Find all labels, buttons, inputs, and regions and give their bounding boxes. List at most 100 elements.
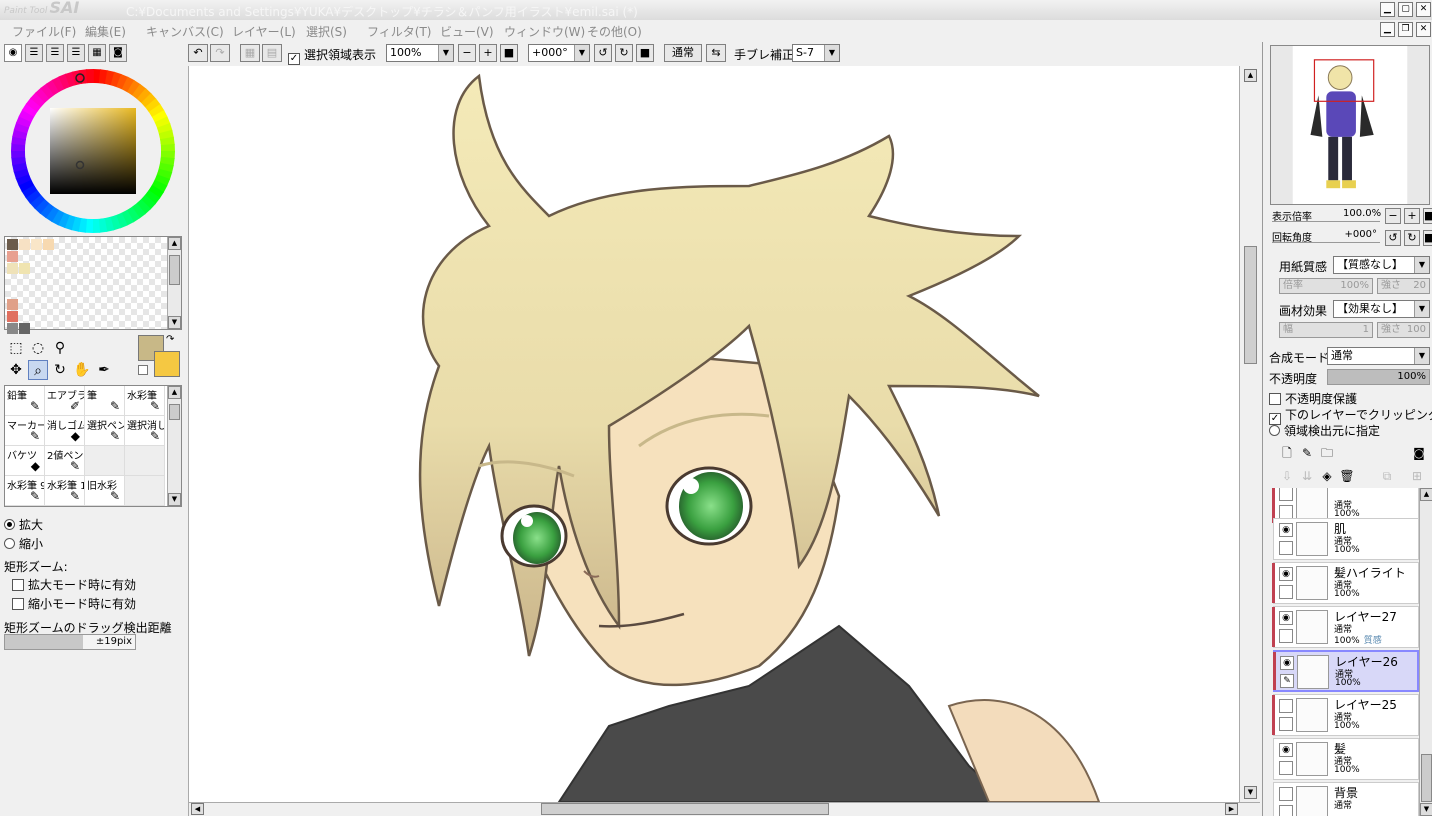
scroll-up-icon[interactable]: ▲	[1244, 69, 1257, 82]
menu-window[interactable]: ウィンドウ(W)	[504, 23, 585, 40]
zoom-out-button[interactable]: −	[458, 44, 476, 62]
tool-14[interactable]: 水彩筆 10版✎	[45, 476, 85, 506]
nav-rotate-right-button[interactable]: ↻	[1404, 230, 1420, 246]
horizontal-scroll-thumb[interactable]	[541, 803, 829, 815]
transparent-color-icon[interactable]	[138, 365, 148, 375]
lock-icon[interactable]: ✎	[1280, 674, 1294, 688]
close-button[interactable]: ✕	[1416, 2, 1431, 17]
hsv-slider-tab[interactable]: ☰	[46, 44, 64, 62]
nav-rotate-reset-button[interactable]: ■	[1423, 230, 1432, 246]
tool-12[interactable]	[125, 446, 165, 476]
tool-2[interactable]: エアブラシ✐	[45, 386, 85, 416]
scratchpad-tab[interactable]: ◙	[109, 44, 127, 62]
scroll-left-icon[interactable]: ◀	[191, 803, 204, 815]
rotate-tool-icon[interactable]: ↻	[50, 360, 70, 380]
doc-restore-button[interactable]: ❐	[1398, 22, 1413, 37]
blend-normal-button[interactable]: 通常	[664, 44, 702, 62]
transfer-down-icon[interactable]: ⇩	[1279, 468, 1295, 484]
effect-width-slider[interactable]: 幅1	[1279, 322, 1373, 338]
artwork-canvas[interactable]	[189, 66, 1239, 802]
layer-mask-icon[interactable]: ◙	[1411, 445, 1427, 461]
menu-canvas[interactable]: キャンバス(C)	[146, 23, 224, 40]
swatch[interactable]	[7, 251, 18, 262]
protect-opacity-checkbox[interactable]	[1269, 393, 1281, 405]
menu-file[interactable]: ファイル(F)	[12, 23, 76, 40]
selection-source-radio[interactable]	[1269, 425, 1280, 436]
scroll-up-icon[interactable]: ▲	[1420, 488, 1432, 501]
menu-view[interactable]: ビュー(V)	[440, 23, 494, 40]
canvas-vertical-scrollbar[interactable]: ▲ ▼	[1239, 66, 1260, 802]
zoom-in-radio[interactable]	[4, 519, 15, 530]
minimize-button[interactable]: ▁	[1380, 2, 1395, 17]
display-zoom-slider[interactable]	[1272, 221, 1380, 222]
scroll-down-icon[interactable]: ▼	[168, 316, 181, 329]
new-linework-layer-icon[interactable]: ✎	[1299, 445, 1315, 461]
eyedropper-icon[interactable]: ✒	[94, 360, 114, 380]
eye-icon[interactable]: ◉	[1279, 611, 1293, 625]
show-selection-toggle[interactable]: ✓ 選択領域表示	[288, 46, 376, 65]
eye-icon[interactable]	[1279, 787, 1293, 801]
lock-icon[interactable]	[1279, 505, 1293, 519]
hand-icon[interactable]: ✋	[72, 360, 92, 380]
merge-down-icon[interactable]: ⇊	[1299, 468, 1315, 484]
magic-wand-icon[interactable]: ⚲	[50, 338, 70, 358]
flip-button[interactable]: ⇆	[706, 44, 726, 62]
flatten-icon[interactable]: ⊞	[1409, 468, 1425, 484]
menu-other[interactable]: その他(O)	[587, 23, 642, 40]
nav-rotate-left-button[interactable]: ↺	[1385, 230, 1401, 246]
redo-button[interactable]: ↷	[210, 44, 230, 62]
color-wheel-tab[interactable]: ◉	[4, 44, 22, 62]
invert-selection-button[interactable]: ▤	[262, 44, 282, 62]
zoom-reset-button[interactable]: ■	[500, 44, 518, 62]
swatch[interactable]	[7, 323, 18, 334]
rect-select-icon[interactable]: ⬚	[6, 338, 26, 358]
layer-row[interactable]: ◉ ✎ レイヤー26 通常 100%	[1273, 650, 1419, 692]
zoom-in-option[interactable]: 拡大	[4, 516, 43, 533]
canvas-area[interactable]: ▲ ▼ ◀ ▶	[188, 66, 1260, 816]
swatch[interactable]	[19, 239, 30, 250]
scroll-down-icon[interactable]: ▼	[1244, 786, 1257, 799]
rotate-right-button[interactable]: ↻	[615, 44, 633, 62]
lock-icon[interactable]	[1279, 717, 1293, 731]
layer-row[interactable]: ◉ 肌通常 100%	[1273, 518, 1419, 560]
eye-icon[interactable]: ◉	[1279, 523, 1293, 537]
tool-8[interactable]: 選択消し ✎	[125, 416, 165, 446]
tool-10[interactable]: 2値ペン ✎	[45, 446, 85, 476]
swatch[interactable]	[31, 239, 42, 250]
tool-7[interactable]: 選択ペン ✎	[85, 416, 125, 446]
zoom-out-option[interactable]: 縮小	[4, 535, 43, 552]
paper-strength-slider[interactable]: 強さ 20	[1377, 278, 1430, 294]
zoom-out-radio[interactable]	[4, 538, 15, 549]
new-layer-icon[interactable]: 🗋	[1279, 445, 1295, 461]
maximize-button[interactable]: ▢	[1398, 2, 1413, 17]
swatch[interactable]	[7, 239, 18, 250]
scroll-right-icon[interactable]: ▶	[1225, 803, 1238, 815]
menu-filter[interactable]: フィルタ(T)	[367, 23, 431, 40]
doc-minimize-button[interactable]: ▁	[1380, 22, 1395, 37]
rect-zoom-out-checkbox[interactable]	[12, 598, 24, 610]
move-icon[interactable]: ✥	[6, 360, 26, 380]
rgb-slider-tab[interactable]: ☰	[25, 44, 43, 62]
doc-close-button[interactable]: ✕	[1416, 22, 1431, 37]
tool-5[interactable]: マーカー ✎	[5, 416, 45, 446]
paper-texture-select[interactable]: 【質感なし】 ▼	[1333, 256, 1430, 274]
merge-visible-icon[interactable]: ⧉	[1379, 468, 1395, 484]
swatch[interactable]	[7, 299, 18, 310]
effect-strength-slider[interactable]: 強さ 100	[1377, 322, 1430, 338]
swatch[interactable]	[19, 263, 30, 274]
nav-zoom-out-button[interactable]: −	[1385, 208, 1401, 224]
lock-icon[interactable]	[1279, 805, 1293, 816]
protect-opacity-option[interactable]: 不透明度保護	[1269, 390, 1357, 407]
undo-button[interactable]: ↶	[188, 44, 208, 62]
zoom-in-button[interactable]: +	[479, 44, 497, 62]
lock-icon[interactable]	[1279, 585, 1293, 599]
menu-layer[interactable]: レイヤー(L)	[232, 23, 296, 40]
clear-layer-icon[interactable]: ◈	[1319, 468, 1335, 484]
layer-row[interactable]: ◉ 髪ハイライト 通常 100%	[1272, 562, 1419, 604]
canvas-horizontal-scrollbar[interactable]: ◀ ▶	[189, 802, 1260, 816]
menu-select[interactable]: 選択(S)	[306, 23, 347, 40]
swatch-tab[interactable]: ▦	[88, 44, 106, 62]
rect-zoom-out-option[interactable]: 縮小モード時に有効	[12, 595, 136, 612]
lock-icon[interactable]	[1279, 629, 1293, 643]
zoom-tool-icon[interactable]: ⌕	[28, 360, 48, 380]
